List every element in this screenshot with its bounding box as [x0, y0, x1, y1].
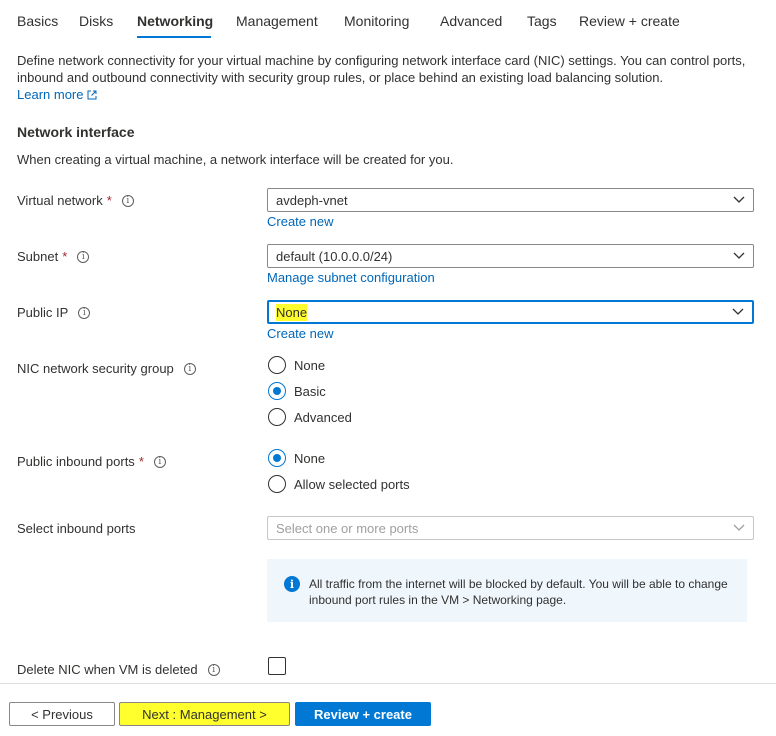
- radio-label: Advanced: [294, 409, 352, 425]
- inbound-ports-radio-none[interactable]: None: [268, 449, 325, 467]
- chevron-down-icon: [733, 196, 745, 203]
- public-ip-label: Public IP i: [17, 305, 91, 320]
- info-message-box: i All traffic from the internet will be …: [267, 559, 747, 622]
- info-icon[interactable]: i: [78, 306, 91, 319]
- info-icon[interactable]: i: [153, 455, 166, 468]
- chevron-down-icon: [733, 252, 745, 259]
- radio-label: Basic: [294, 383, 326, 399]
- tab-bar: Basics Disks Networking Management Monit…: [0, 0, 776, 42]
- network-interface-heading: Network interface: [17, 124, 135, 140]
- tab-tags[interactable]: Tags: [527, 13, 557, 29]
- subnet-label: Subnet * i: [17, 249, 90, 264]
- tab-management[interactable]: Management: [236, 13, 318, 29]
- inbound-ports-radio-allow-selected[interactable]: Allow selected ports: [268, 475, 410, 493]
- info-message-text: All traffic from the internet will be bl…: [309, 577, 728, 607]
- info-icon[interactable]: i: [207, 663, 220, 676]
- radio-label: Allow selected ports: [294, 476, 410, 492]
- radio-label: None: [294, 450, 326, 466]
- public-inbound-ports-label: Public inbound ports * i: [17, 454, 166, 469]
- info-icon[interactable]: i: [77, 250, 90, 263]
- public-inbound-ports-label-text: Public inbound ports: [17, 454, 135, 469]
- delete-nic-label: Delete NIC when VM is deleted i: [17, 662, 220, 677]
- delete-nic-label-text: Delete NIC when VM is deleted: [17, 662, 198, 677]
- required-marker: *: [106, 193, 112, 208]
- nic-nsg-radio-basic[interactable]: Basic: [268, 382, 326, 400]
- radio-button[interactable]: [268, 408, 286, 426]
- delete-nic-checkbox[interactable]: [268, 657, 286, 675]
- radio-button[interactable]: [268, 356, 286, 374]
- next-management-button[interactable]: Next : Management >: [119, 702, 290, 726]
- virtual-network-select[interactable]: avdeph-vnet: [267, 188, 754, 212]
- intro-text: Define network connectivity for your vir…: [17, 53, 746, 85]
- review-create-button[interactable]: Review + create: [295, 702, 431, 726]
- virtual-network-label: Virtual network * i: [17, 193, 134, 208]
- public-ip-select[interactable]: None: [267, 300, 754, 324]
- tab-basics[interactable]: Basics: [17, 13, 58, 29]
- tab-monitoring[interactable]: Monitoring: [344, 13, 409, 29]
- select-inbound-ports-placeholder: Select one or more ports: [276, 520, 419, 536]
- chevron-down-icon: [733, 524, 745, 531]
- nic-nsg-radio-none[interactable]: None: [268, 356, 325, 374]
- select-inbound-ports-label: Select inbound ports: [17, 521, 136, 536]
- radio-button[interactable]: [268, 475, 286, 493]
- virtual-network-label-text: Virtual network: [17, 193, 103, 208]
- select-inbound-ports-label-text: Select inbound ports: [17, 521, 136, 536]
- learn-more-link[interactable]: Learn more: [17, 87, 97, 102]
- select-inbound-ports-select: Select one or more ports: [267, 516, 754, 540]
- subnet-select[interactable]: default (10.0.0.0/24): [267, 244, 754, 268]
- previous-button[interactable]: < Previous: [9, 702, 115, 726]
- info-icon: i: [284, 576, 300, 592]
- tab-advanced[interactable]: Advanced: [440, 13, 502, 29]
- external-link-icon: [87, 90, 97, 100]
- network-interface-description: When creating a virtual machine, a netwo…: [17, 152, 454, 167]
- radio-button[interactable]: [268, 449, 286, 467]
- tab-review-create[interactable]: Review + create: [579, 13, 680, 29]
- radio-button[interactable]: [268, 382, 286, 400]
- manage-subnet-configuration-link[interactable]: Manage subnet configuration: [267, 270, 435, 285]
- required-marker: *: [62, 249, 68, 264]
- learn-more-label: Learn more: [17, 87, 84, 102]
- chevron-down-icon: [732, 308, 744, 315]
- subnet-label-text: Subnet: [17, 249, 59, 264]
- virtual-network-create-new-link[interactable]: Create new: [267, 214, 333, 229]
- info-icon[interactable]: i: [183, 362, 196, 375]
- footer-divider: [0, 683, 776, 684]
- active-tab-indicator: [137, 36, 211, 38]
- radio-label: None: [294, 357, 326, 373]
- tab-disks[interactable]: Disks: [79, 13, 113, 29]
- virtual-network-value: avdeph-vnet: [276, 192, 348, 208]
- public-ip-value: None: [276, 303, 308, 321]
- intro-description: Define network connectivity for your vir…: [17, 52, 762, 103]
- subnet-value: default (10.0.0.0/24): [276, 248, 393, 264]
- nic-nsg-radio-advanced[interactable]: Advanced: [268, 408, 352, 426]
- public-ip-label-text: Public IP: [17, 305, 69, 320]
- required-marker: *: [138, 454, 144, 469]
- nic-nsg-label: NIC network security group i: [17, 361, 196, 376]
- public-ip-create-new-link[interactable]: Create new: [267, 326, 333, 341]
- tab-networking[interactable]: Networking: [137, 13, 213, 29]
- nic-nsg-label-text: NIC network security group: [17, 361, 174, 376]
- info-icon[interactable]: i: [121, 194, 134, 207]
